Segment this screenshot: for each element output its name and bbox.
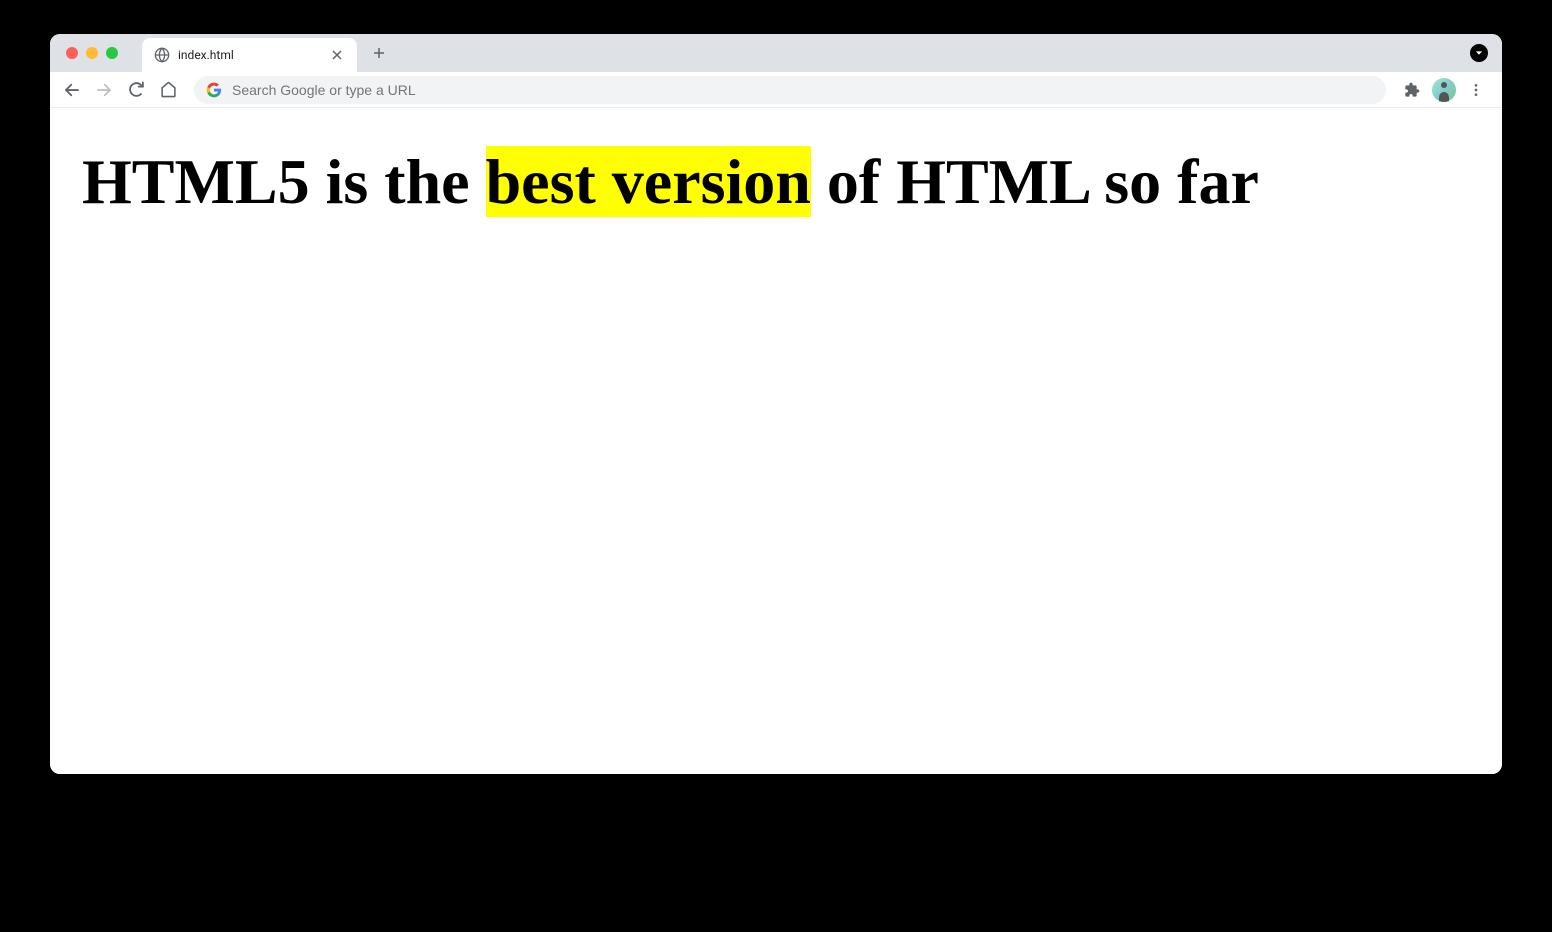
tab-strip: index.html xyxy=(50,34,1502,72)
maximize-window-button[interactable] xyxy=(106,47,118,59)
page-content: HTML5 is the best version of HTML so far xyxy=(50,108,1502,774)
close-tab-button[interactable] xyxy=(329,47,345,63)
heading-text-after: of HTML so far xyxy=(811,146,1259,217)
reload-button[interactable] xyxy=(122,76,150,104)
google-icon xyxy=(206,82,222,98)
browser-toolbar xyxy=(50,72,1502,108)
browser-tab[interactable]: index.html xyxy=(142,38,357,72)
page-heading: HTML5 is the best version of HTML so far xyxy=(82,142,1470,222)
address-bar[interactable] xyxy=(194,76,1386,104)
home-button[interactable] xyxy=(154,76,182,104)
back-button[interactable] xyxy=(58,76,86,104)
search-tabs-button[interactable] xyxy=(1470,44,1488,62)
extensions-button[interactable] xyxy=(1398,76,1426,104)
globe-icon xyxy=(154,47,170,63)
profile-avatar[interactable] xyxy=(1432,78,1456,102)
address-input[interactable] xyxy=(232,82,1374,98)
minimize-window-button[interactable] xyxy=(86,47,98,59)
window-controls xyxy=(60,47,118,59)
forward-button[interactable] xyxy=(90,76,118,104)
heading-text-before: HTML5 is the xyxy=(82,146,486,217)
browser-menu-button[interactable] xyxy=(1462,76,1490,104)
new-tab-button[interactable] xyxy=(365,39,393,67)
close-window-button[interactable] xyxy=(66,47,78,59)
tab-title: index.html xyxy=(178,48,329,62)
heading-highlight: best version xyxy=(486,146,811,217)
browser-window: index.html xyxy=(50,34,1502,774)
toolbar-actions xyxy=(1398,76,1494,104)
